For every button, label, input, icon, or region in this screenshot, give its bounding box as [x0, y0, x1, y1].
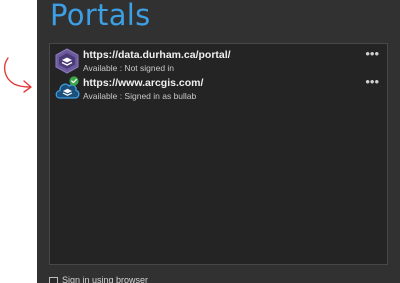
portal-url: https://data.durham.ca/portal/ [83, 49, 231, 61]
portal-hexagon-icon [55, 48, 79, 74]
annotation-arrow-icon [3, 57, 32, 93]
sign-in-browser-checkbox[interactable] [49, 277, 58, 283]
portal-status: Available : Signed in as bullab [83, 91, 197, 101]
portal-status: Available : Not signed in [83, 63, 175, 73]
portal-item-durham[interactable]: https://data.durham.ca/portal/ Available… [50, 47, 387, 77]
portal-list: https://data.durham.ca/portal/ Available… [49, 43, 388, 265]
page-title: Portals [50, 0, 151, 32]
portals-panel: Portals https://data.durham.ca/portal/ A… [37, 0, 400, 283]
portal-item-arcgis[interactable]: https://www.arcgis.com/ Available : Sign… [50, 75, 387, 105]
check-badge-icon [69, 76, 79, 86]
portal-url: https://www.arcgis.com/ [83, 77, 204, 89]
sign-in-browser-label: Sign in using browser [62, 275, 149, 283]
more-options-button[interactable]: ••• [365, 47, 379, 60]
arcgis-online-cloud-icon [55, 76, 80, 99]
more-options-button[interactable]: ••• [365, 75, 379, 88]
